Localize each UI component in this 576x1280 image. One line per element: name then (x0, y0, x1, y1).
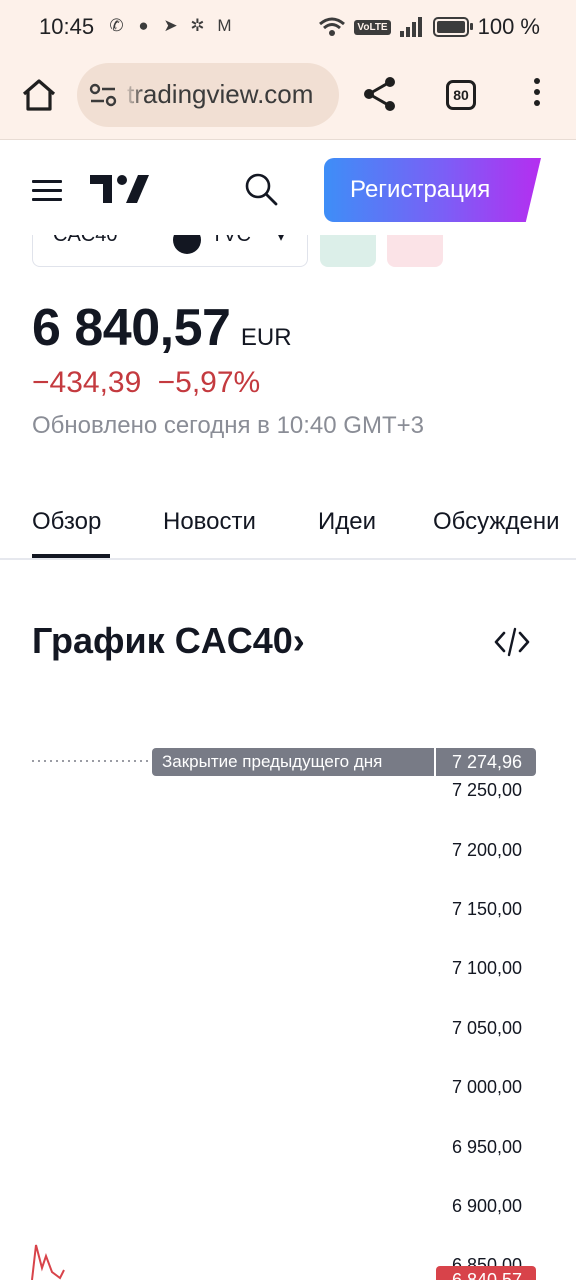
browser-toolbar: tradingview.com 80 (0, 56, 576, 140)
last-price-label: 6 840,57 (436, 1266, 536, 1280)
y-tick: 7 000,00 (452, 1077, 523, 1097)
share-icon[interactable] (361, 75, 399, 113)
telegram-icon: ➤ (163, 16, 178, 35)
prev-close-value: 7 274,96 (436, 748, 536, 776)
price-chart[interactable]: Закрытие предыдущего дня 7 274,96 7 250,… (0, 700, 576, 1280)
y-tick: 6 900,00 (452, 1196, 523, 1216)
price-line (31, 1244, 65, 1280)
search-icon[interactable] (243, 171, 279, 207)
chart-title[interactable]: График CAC40 (32, 620, 293, 661)
y-tick: 6 950,00 (452, 1137, 523, 1157)
site-header: Регистрация (0, 141, 576, 235)
menu-icon[interactable] (32, 180, 62, 202)
site-settings-icon[interactable] (89, 83, 117, 107)
wifi-icon (319, 17, 346, 36)
y-tick: 7 200,00 (452, 840, 523, 860)
url-fade (123, 63, 145, 127)
y-tick: 7 150,00 (452, 899, 523, 919)
status-time: 10:45 (39, 14, 95, 39)
missed-call-icon: ✆ (109, 16, 124, 35)
tabs-icon[interactable]: 80 (446, 80, 476, 110)
updated-time: Обновлено сегодня в 10:40 GMT+3 (32, 412, 424, 439)
address-bar[interactable]: tradingview.com (77, 63, 339, 127)
url-text[interactable]: tradingview.com (127, 79, 313, 110)
tab-overview[interactable]: Обзор (32, 508, 101, 536)
price-block: 6 840,57 EUR −434,39 −5,97% Обновлено се… (32, 298, 552, 439)
prev-close-label: Закрытие предыдущего дня (152, 748, 434, 776)
battery-icon (432, 17, 473, 37)
price-currency: EUR (240, 324, 292, 351)
tab-news[interactable]: Новости (163, 508, 256, 536)
embed-code-icon[interactable] (494, 626, 530, 658)
gmail-icon: M (217, 16, 232, 35)
active-tab-indicator (32, 554, 110, 558)
settings-icon: ✲ (190, 16, 205, 35)
notification-icons: ✆ ● ➤ ✲ M (106, 16, 235, 36)
y-tick: 7 050,00 (452, 1018, 523, 1038)
price-change-row: −434,39 −5,97% (32, 366, 260, 400)
section-tabs: Обзор Новости Идеи Обсуждени (0, 488, 576, 560)
chevron-right-icon: › (292, 620, 305, 661)
price-value: 6 840,57 (32, 299, 231, 357)
chat-icon: ● (138, 16, 149, 35)
price-change-pct: −5,97% (157, 366, 261, 399)
battery-fill (436, 21, 465, 33)
status-bar: 10:45 ✆ ● ➤ ✲ M VoLTE 100 % (0, 0, 576, 56)
status-right: VoLTE 100 % (319, 14, 540, 40)
y-tick: 7 100,00 (452, 958, 523, 978)
tab-discussions[interactable]: Обсуждени (433, 508, 559, 536)
more-icon[interactable] (530, 78, 544, 112)
tab-ideas[interactable]: Идеи (318, 508, 376, 536)
volte-icon: VoLTE (354, 19, 391, 35)
battery-percent: 100 % (477, 14, 540, 39)
tradingview-logo[interactable] (90, 173, 150, 205)
price-change: −434,39 (32, 366, 142, 399)
signal-icon (399, 17, 422, 37)
register-button[interactable]: Регистрация (324, 158, 541, 222)
chart-heading[interactable]: График CAC40› (32, 620, 305, 662)
home-icon[interactable] (20, 76, 58, 114)
y-tick: 7 250,00 (452, 780, 523, 800)
